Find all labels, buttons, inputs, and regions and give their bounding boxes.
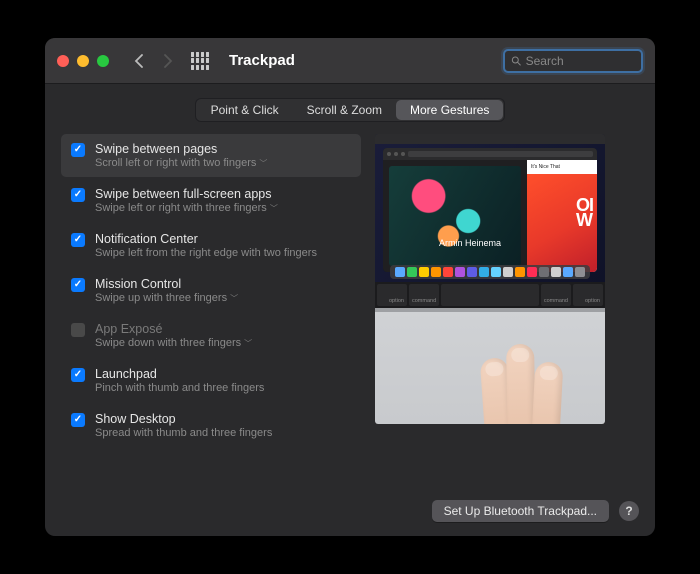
tabs-row: Point & Click Scroll & Zoom More Gesture… [45,84,655,134]
preview-header: It's Nice That [527,160,597,174]
options-list: Swipe between pages Scroll left or right… [61,134,361,486]
key-command: command [409,284,439,306]
checkbox[interactable] [71,188,85,202]
option-show-desktop[interactable]: Show Desktop Spread with thumb and three… [61,404,361,447]
checkbox[interactable] [71,278,85,292]
option-notification-center[interactable]: Notification Center Swipe left from the … [61,224,361,267]
back-button[interactable] [127,50,149,72]
tab-scroll-zoom[interactable]: Scroll & Zoom [293,100,396,120]
chevron-down-icon: ﹀ [244,338,252,349]
footer: Set Up Bluetooth Trackpad... ? [45,500,655,536]
option-title: Swipe between pages [95,142,267,156]
tab-point-click[interactable]: Point & Click [197,100,293,120]
option-sub[interactable]: Swipe up with three fingers ﹀ [95,292,238,304]
option-sub[interactable]: Swipe down with three fingers ﹀ [95,337,252,349]
preview-dock [390,265,590,279]
preview-big-text: OI W [576,198,593,229]
preview-screen: Armin Heinema It's Nice That OI W [375,134,605,282]
search-field[interactable] [503,49,643,73]
preview-keyboard: option command command option [375,282,605,308]
segmented-control: Point & Click Scroll & Zoom More Gesture… [195,98,506,122]
titlebar: Trackpad [45,38,655,84]
key-command: command [541,284,571,306]
checkbox[interactable] [71,413,85,427]
preferences-window: Trackpad Point & Click Scroll & Zoom Mor… [45,38,655,536]
preview-trackpad [375,308,605,424]
option-title: Notification Center [95,232,317,246]
chevron-down-icon: ﹀ [259,158,267,169]
option-sub: Spread with thumb and three fingers [95,427,272,439]
minimize-icon[interactable] [77,55,89,67]
option-swipe-pages[interactable]: Swipe between pages Scroll left or right… [61,134,361,177]
option-title: Show Desktop [95,412,272,426]
option-mission-control[interactable]: Mission Control Swipe up with three fing… [61,269,361,312]
zoom-icon[interactable] [97,55,109,67]
content-area: Swipe between pages Scroll left or right… [45,134,655,500]
search-input[interactable] [526,54,635,68]
checkbox[interactable] [71,143,85,157]
preview-browser: Armin Heinema It's Nice That OI W [383,148,597,272]
search-icon [511,55,522,67]
option-sub[interactable]: Scroll left or right with two fingers ﹀ [95,157,267,169]
setup-bluetooth-button[interactable]: Set Up Bluetooth Trackpad... [432,500,609,522]
option-launchpad[interactable]: Launchpad Pinch with thumb and three fin… [61,359,361,402]
preview-hand [483,329,583,424]
chevron-down-icon: ﹀ [270,203,278,214]
chevron-down-icon: ﹀ [230,293,238,304]
option-swipe-fullscreen[interactable]: Swipe between full-screen apps Swipe lef… [61,179,361,222]
option-app-expose[interactable]: App Exposé Swipe down with three fingers… [61,314,361,357]
close-icon[interactable] [57,55,69,67]
help-button[interactable]: ? [619,501,639,521]
preview-column: Armin Heinema It's Nice That OI W option… [375,134,639,486]
window-title: Trackpad [229,52,295,69]
show-all-icon[interactable] [191,52,209,70]
option-sub[interactable]: Swipe left or right with three fingers ﹀ [95,202,278,214]
forward-button[interactable] [157,50,179,72]
preview-name: Armin Heinema [439,238,501,248]
preview-menubar [375,134,605,144]
option-sub: Swipe left from the right edge with two … [95,247,317,259]
gesture-preview: Armin Heinema It's Nice That OI W option… [375,134,605,424]
option-sub: Pinch with thumb and three fingers [95,382,264,394]
option-title: Launchpad [95,367,264,381]
option-title: App Exposé [95,322,252,336]
option-title: Mission Control [95,277,238,291]
key-option: option [573,284,603,306]
key-space [441,284,539,306]
key-option: option [377,284,407,306]
checkbox[interactable] [71,323,85,337]
traffic-lights [57,55,109,67]
option-title: Swipe between full-screen apps [95,187,278,201]
checkbox[interactable] [71,233,85,247]
checkbox[interactable] [71,368,85,382]
tab-more-gestures[interactable]: More Gestures [396,100,503,120]
